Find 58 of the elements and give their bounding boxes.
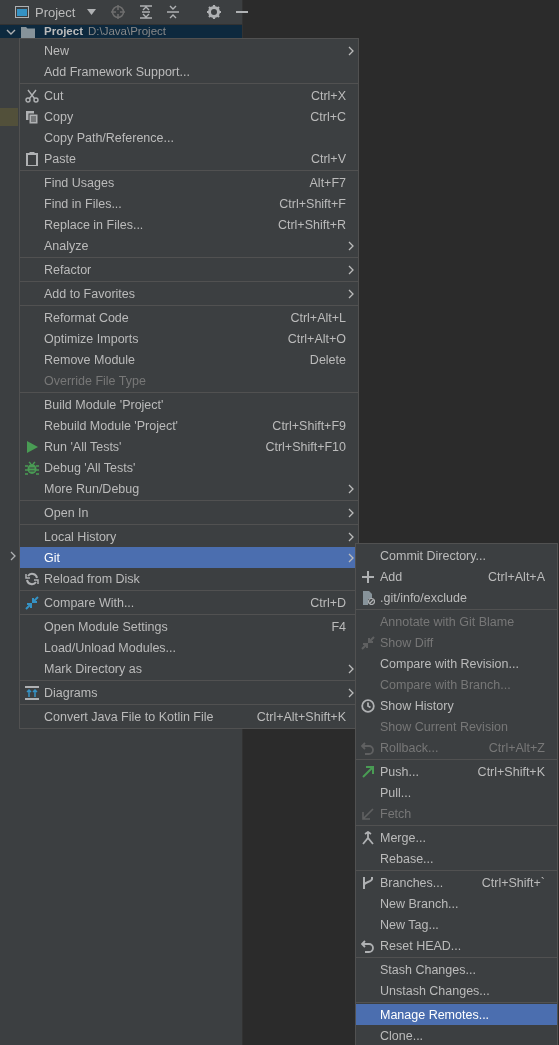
- menu-item[interactable]: Add Ctrl+Alt+A: [356, 566, 557, 587]
- menu-item[interactable]: New Branch...: [356, 893, 557, 914]
- menu-item[interactable]: More Run/Debug: [20, 478, 358, 499]
- menu-item[interactable]: Convert Java File to Kotlin File Ctrl+Alt+Shift+K: [20, 706, 358, 727]
- menu-item[interactable]: Find in Files... Ctrl+Shift+F: [20, 193, 358, 214]
- menu-item[interactable]: Copy Ctrl+C: [20, 106, 358, 127]
- menu-item[interactable]: Paste Ctrl+V: [20, 148, 358, 169]
- menu-item[interactable]: Add to Favorites: [20, 283, 358, 304]
- menu-item[interactable]: Open In: [20, 502, 358, 523]
- menu-item[interactable]: Debug 'All Tests': [20, 457, 358, 478]
- menu-item[interactable]: Reformat Code Ctrl+Alt+L: [20, 307, 358, 328]
- menu-item[interactable]: Push... Ctrl+Shift+K: [356, 761, 557, 782]
- menu-item[interactable]: Cut Ctrl+X: [20, 85, 358, 106]
- tree-row[interactable]: Project D:\Java\Project: [0, 25, 242, 38]
- menu-item[interactable]: Copy Path/Reference...: [20, 127, 358, 148]
- menu-item[interactable]: Unstash Changes...: [356, 980, 557, 1001]
- menu-item[interactable]: Compare With... Ctrl+D: [20, 592, 358, 613]
- menu-item[interactable]: Load/Unload Modules...: [20, 637, 358, 658]
- menu-item[interactable]: .git/info/exclude: [356, 587, 557, 608]
- dropdown-caret-icon[interactable]: [87, 9, 97, 15]
- project-name: Project: [44, 25, 83, 38]
- menu-item[interactable]: Run 'All Tests' Ctrl+Shift+F10: [20, 436, 358, 457]
- project-path: D:\Java\Project: [88, 25, 166, 38]
- settings-icon[interactable]: [207, 5, 222, 19]
- menu-item[interactable]: Merge...: [356, 827, 557, 848]
- menu-item[interactable]: Git: [20, 547, 358, 568]
- menu-item[interactable]: New Tag...: [356, 914, 557, 935]
- menu-item[interactable]: Find Usages Alt+F7: [20, 172, 358, 193]
- menu-item[interactable]: Add Framework Support...: [20, 61, 358, 82]
- menu-item[interactable]: Open Module Settings F4: [20, 616, 358, 637]
- menu-item[interactable]: New: [20, 40, 358, 61]
- menu-item[interactable]: Diagrams: [20, 682, 358, 703]
- menu-item[interactable]: Commit Directory...: [356, 545, 557, 566]
- menu-item[interactable]: Remove Module Delete: [20, 349, 358, 370]
- menu-item[interactable]: Stash Changes...: [356, 959, 557, 980]
- menu-item[interactable]: Build Module 'Project': [20, 394, 358, 415]
- menu-item[interactable]: Branches... Ctrl+Shift+`: [356, 872, 557, 893]
- menu-item[interactable]: Refactor: [20, 259, 358, 280]
- menu-item[interactable]: Analyze: [20, 235, 358, 256]
- tool-window-title[interactable]: Project: [35, 4, 76, 20]
- menu-item[interactable]: Reload from Disk: [20, 568, 358, 589]
- expand-all-icon[interactable]: [140, 5, 153, 19]
- menu-item[interactable]: Mark Directory as: [20, 658, 358, 679]
- menu-item[interactable]: Rebuild Module 'Project' Ctrl+Shift+F9: [20, 415, 358, 436]
- chevron-icon[interactable]: [10, 551, 16, 561]
- menu-item[interactable]: Rebase...: [356, 848, 557, 869]
- menu-item[interactable]: Reset HEAD...: [356, 935, 557, 956]
- menu-item[interactable]: Manage Remotes...: [356, 1004, 557, 1025]
- project-window-icon: [15, 6, 29, 18]
- collapse-all-icon[interactable]: [167, 5, 180, 19]
- minimize-icon[interactable]: [236, 11, 249, 13]
- menu-item[interactable]: Show History: [356, 695, 557, 716]
- menu-item[interactable]: Clone...: [356, 1025, 557, 1045]
- menu-item[interactable]: Optimize Imports Ctrl+Alt+O: [20, 328, 358, 349]
- menu-item[interactable]: Pull...: [356, 782, 557, 803]
- menu-item[interactable]: Compare with Revision...: [356, 653, 557, 674]
- menu-item[interactable]: Local History: [20, 526, 358, 547]
- menu-item[interactable]: Replace in Files... Ctrl+Shift+R: [20, 214, 358, 235]
